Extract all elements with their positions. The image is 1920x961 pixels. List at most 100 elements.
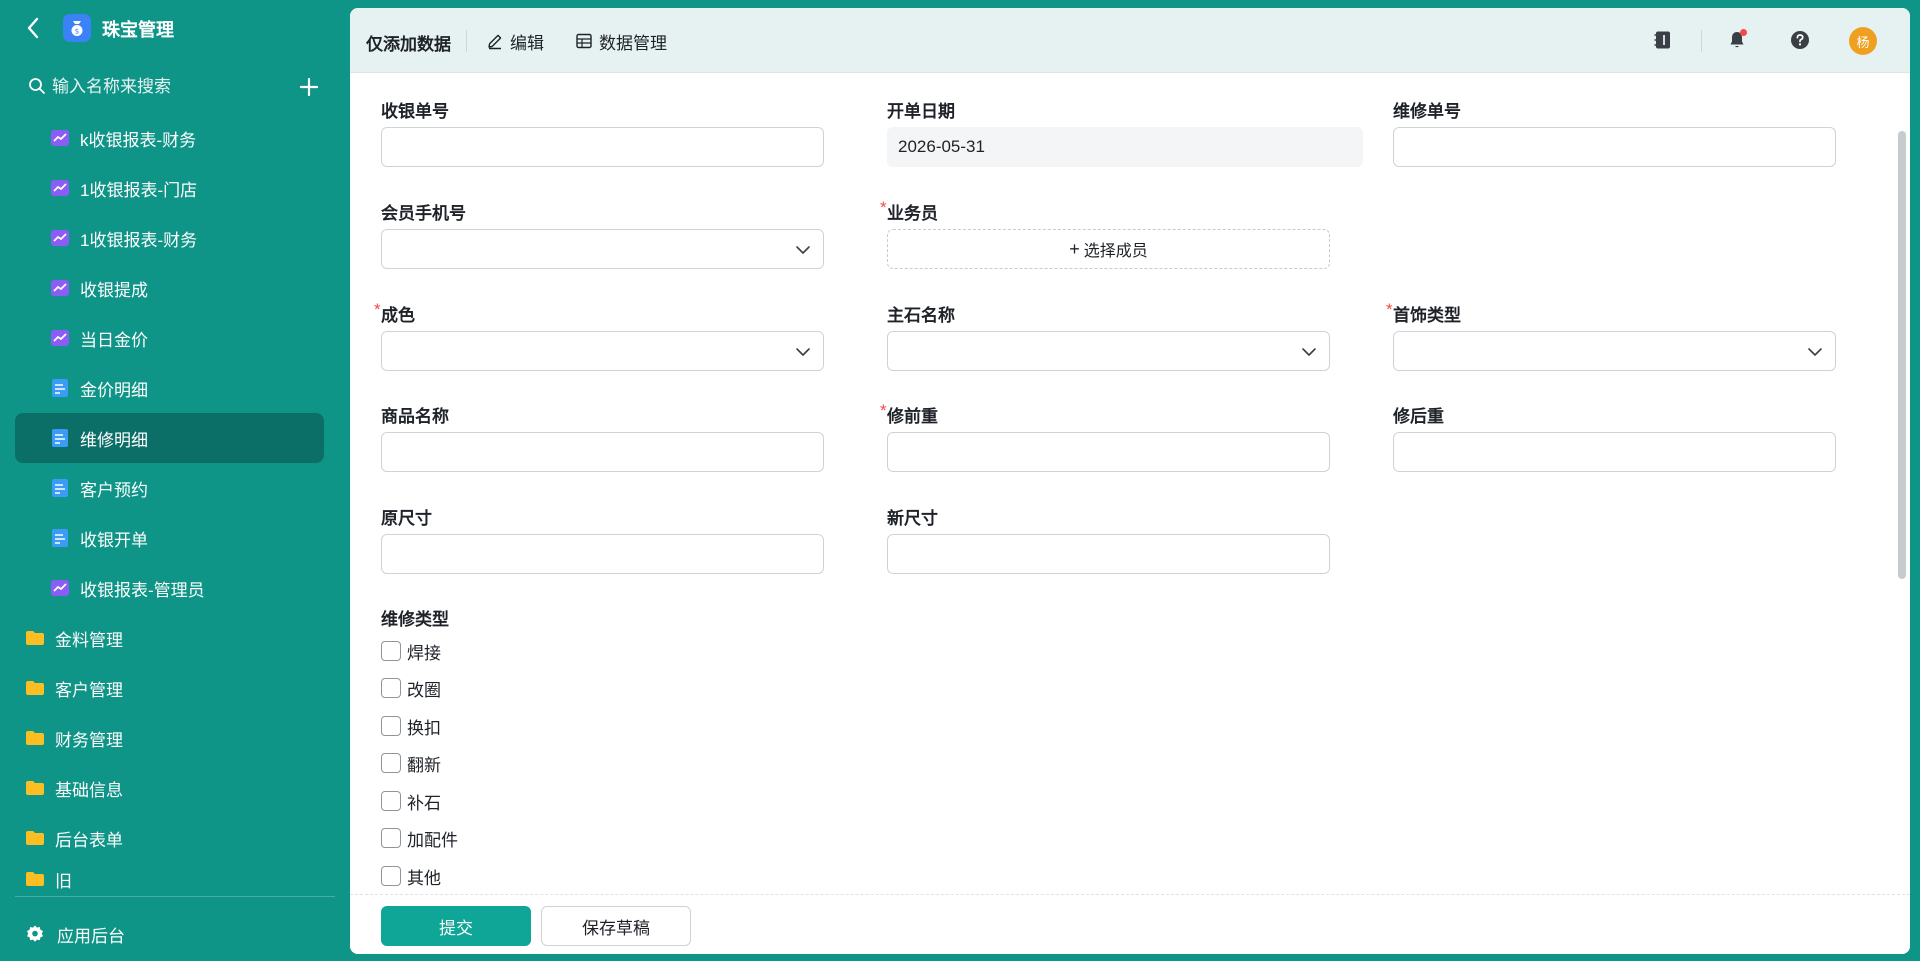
form-icon <box>50 478 70 498</box>
sidebar-item[interactable]: 金价明细 <box>15 363 324 413</box>
sidebar-item[interactable]: 1收银报表-门店 <box>15 163 324 213</box>
sidebar-item[interactable]: 收银开单 <box>15 513 324 563</box>
sidebar-item[interactable]: k收银报表-财务 <box>15 113 324 163</box>
repair-type-checkbox[interactable]: 补石 <box>381 789 441 813</box>
search-input[interactable] <box>52 74 272 100</box>
folder-icon <box>25 869 45 889</box>
app-logo-icon: $ <box>63 14 91 42</box>
form-icon <box>50 528 70 548</box>
repair-type-checkbox[interactable]: 焊接 <box>381 639 441 663</box>
svg-text:$: $ <box>75 28 79 36</box>
orig-size-input[interactable] <box>381 534 824 574</box>
form-footer: 提交 保存草稿 <box>350 894 1910 954</box>
weight-after-input[interactable] <box>1393 432 1836 472</box>
scrollbar-thumb[interactable] <box>1898 131 1906 579</box>
folder-icon <box>25 828 45 848</box>
sidebar-item[interactable]: 当日金价 <box>15 313 324 363</box>
checkbox[interactable] <box>381 678 401 698</box>
bell-icon[interactable] <box>1723 26 1751 54</box>
product-name-input[interactable] <box>381 432 824 472</box>
repair-type-checkbox[interactable]: 翻新 <box>381 751 441 775</box>
chevron-down-icon <box>1302 348 1316 356</box>
toolbar-divider-right <box>1701 30 1702 52</box>
notebook-icon[interactable] <box>1649 26 1677 54</box>
checkbox[interactable] <box>381 716 401 736</box>
sidebar-search <box>26 72 322 102</box>
sidebar-header: $ 珠宝管理 <box>0 0 350 56</box>
sidebar-folder[interactable]: 后台表单 <box>15 813 324 863</box>
search-icon <box>29 78 45 94</box>
folder-icon <box>25 778 45 798</box>
toolbar-divider <box>466 30 467 52</box>
form-icon <box>50 378 70 398</box>
new-size-label: 新尺寸 <box>887 509 938 528</box>
required-mark: * <box>880 198 887 217</box>
main-stone-select[interactable] <box>887 331 1330 371</box>
sidebar-folder[interactable]: 旧 <box>15 863 324 895</box>
checkbox[interactable] <box>381 828 401 848</box>
main-panel: 仅添加数据 编辑 数据管理 杨 收银单号 开单日期 2026-05-31 维修单… <box>350 8 1910 954</box>
form-icon <box>50 428 70 448</box>
sidebar-item-active[interactable]: 维修明细 <box>15 413 324 463</box>
folder-icon <box>25 628 45 648</box>
select-member-button[interactable]: + 选择成员 <box>887 229 1330 269</box>
sidebar-folder[interactable]: 客户管理 <box>15 663 324 713</box>
sidebar-folder[interactable]: 基础信息 <box>15 763 324 813</box>
sidebar-item[interactable]: 收银报表-管理员 <box>15 563 324 613</box>
sidebar-folder[interactable]: 金料管理 <box>15 613 324 663</box>
sidebar-item[interactable]: 收银提成 <box>15 263 324 313</box>
sidebar-item[interactable]: 客户预约 <box>15 463 324 513</box>
folder-icon <box>25 728 45 748</box>
add-icon[interactable] <box>296 74 322 100</box>
repair-type-checkbox[interactable]: 改圈 <box>381 676 441 700</box>
open-date-value: 2026-05-31 <box>887 127 1363 167</box>
chevron-down-icon <box>796 246 810 254</box>
purity-select[interactable] <box>381 331 824 371</box>
new-size-input[interactable] <box>887 534 1330 574</box>
edit-button[interactable]: 编辑 <box>486 26 544 56</box>
member-phone-select[interactable] <box>381 229 824 269</box>
weight-before-input[interactable] <box>887 432 1330 472</box>
checkbox[interactable] <box>381 641 401 661</box>
orig-size-label: 原尺寸 <box>381 509 432 528</box>
purity-label: * 成色 <box>374 300 415 325</box>
repair-type-checkbox[interactable]: 换扣 <box>381 714 441 738</box>
checkbox[interactable] <box>381 753 401 773</box>
sidebar-item[interactable]: 1收银报表-财务 <box>15 213 324 263</box>
jewelry-type-select[interactable] <box>1393 331 1836 371</box>
checkbox[interactable] <box>381 866 401 886</box>
avatar[interactable]: 杨 <box>1849 27 1877 55</box>
receipt-no-input[interactable] <box>381 127 824 167</box>
scrollbar[interactable] <box>1896 73 1908 894</box>
chart-icon <box>50 178 70 198</box>
open-date-label: 开单日期 <box>887 102 955 121</box>
jewelry-type-label: * 首饰类型 <box>1386 300 1461 325</box>
toolbar: 仅添加数据 编辑 数据管理 杨 <box>350 8 1910 73</box>
repair-no-label: 维修单号 <box>1393 102 1461 121</box>
data-manage-button[interactable]: 数据管理 <box>575 26 667 56</box>
form-area: 收银单号 开单日期 2026-05-31 维修单号 会员手机号 * 业务员 + 选… <box>350 73 1910 894</box>
chevron-down-icon <box>1808 348 1822 356</box>
app-backend-link[interactable]: 应用后台 <box>25 919 125 949</box>
required-mark: * <box>880 401 887 420</box>
pencil-icon <box>488 34 502 50</box>
notification-dot <box>1740 29 1747 36</box>
sidebar-folder[interactable]: 财务管理 <box>15 713 324 763</box>
gear-icon <box>27 925 43 942</box>
checkbox[interactable] <box>381 791 401 811</box>
main-stone-label: 主石名称 <box>887 306 955 325</box>
chart-icon <box>50 128 70 148</box>
sidebar-divider <box>15 896 335 897</box>
save-draft-button[interactable]: 保存草稿 <box>541 906 691 946</box>
submit-button[interactable]: 提交 <box>381 906 531 946</box>
repair-type-checkbox[interactable]: 加配件 <box>381 826 458 850</box>
plus-icon: + <box>1069 238 1080 259</box>
back-icon[interactable] <box>22 14 46 42</box>
view-title: 仅添加数据 <box>366 35 451 54</box>
help-icon[interactable] <box>1786 26 1814 54</box>
repair-no-input[interactable] <box>1393 127 1836 167</box>
folder-icon <box>25 678 45 698</box>
repair-type-checkbox[interactable]: 其他 <box>381 864 441 888</box>
chart-icon <box>50 578 70 598</box>
table-icon <box>576 33 592 49</box>
